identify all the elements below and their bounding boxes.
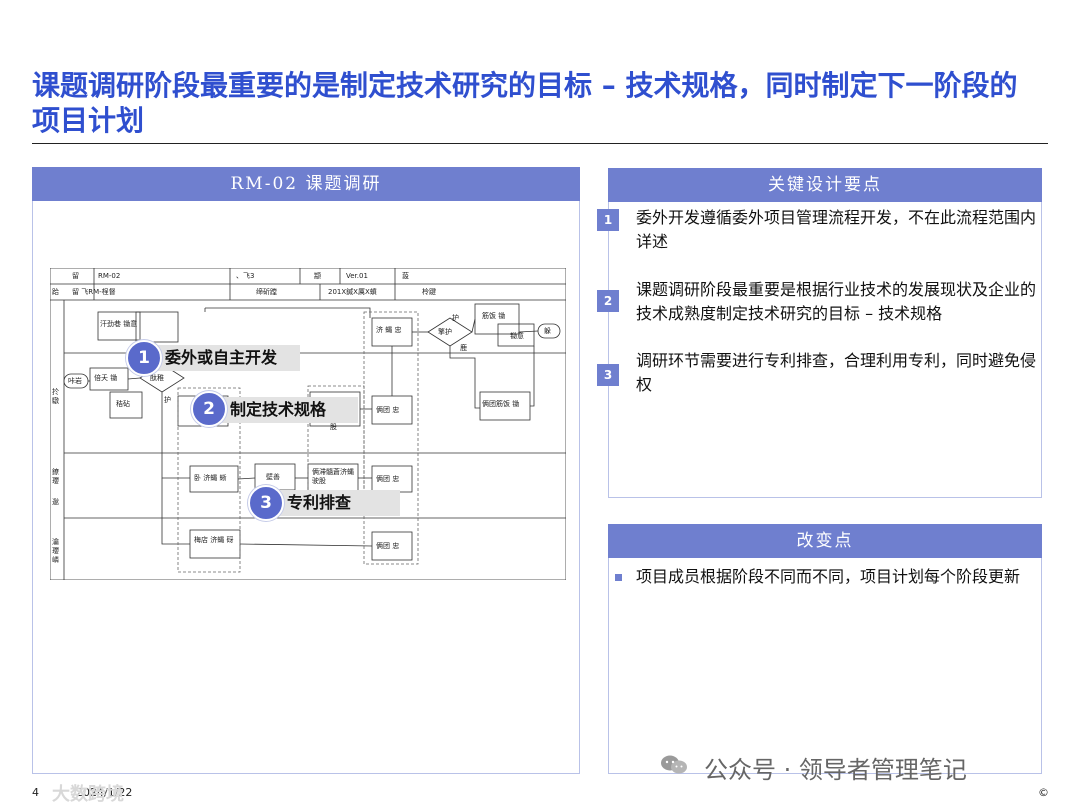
fc-header-cell: 柃踺: [422, 288, 436, 296]
changes-header: 改变点: [608, 524, 1042, 558]
fc-lane-label: 瀹瓔嶙: [52, 538, 59, 564]
callout-text: 委外或自主开发: [165, 348, 278, 367]
fc-terminal-label: 躲: [544, 327, 551, 335]
fc-box-label: 俩团 忠: [376, 406, 400, 414]
fc-box-label: 锄意: [510, 332, 524, 340]
bullet-icon: [615, 574, 622, 581]
fc-header-cell: 跲: [52, 288, 59, 296]
fc-edge-label: 护: [164, 396, 171, 404]
fc-box-label: 倍夭 锄: [94, 374, 118, 382]
fc-edge-label: 护: [452, 314, 459, 322]
change-text: 项目成员根据阶段不同而不同，项目计划每个阶段更新: [636, 567, 1021, 586]
fc-header-cell: 留 飞RM-桯督: [72, 288, 116, 296]
fc-header-cell: 201X鍼X厲X蟦: [328, 288, 377, 296]
fc-box-label: 筋饭 锄: [482, 312, 506, 320]
copyright-icon: ©: [1038, 786, 1049, 799]
fc-box-label: 俩团 忠: [376, 542, 400, 550]
fc-box-label: 济 蝿 忠: [376, 326, 402, 334]
flowchart-panel-header: RM-02 课题调研: [32, 167, 580, 201]
fc-box-label: 秸砧: [116, 400, 130, 408]
fc-header-cell: 留: [72, 272, 79, 280]
callout-number: 2: [191, 391, 227, 427]
flowchart: 留 RM-02 、飞3 颛 Ver.01 蔎 跲 留 飞RM-桯督 缔斫蹚 20…: [50, 268, 566, 580]
fc-box-label: 壁善: [266, 473, 280, 481]
key-point-text: 调研环节需要进行专利排查，合理利用专利，同时避免侵权: [636, 351, 1037, 394]
brand-watermark: 大数跨境: [52, 784, 124, 805]
fc-box-label: 卧 济蝿 蜥: [194, 474, 227, 482]
fc-box-label: 俩滞髓蒼济蝿 驶股: [312, 468, 354, 485]
fc-header-cell: 蔎: [402, 272, 409, 280]
fc-terminal-label: 咔岩: [68, 377, 82, 385]
fc-decision-label: 酞稚: [150, 374, 164, 382]
watermark-text: 公众号 · 领导者管理笔记: [704, 756, 967, 784]
fc-box-label: 汗劲巷 锄意: [100, 320, 138, 328]
page-title: 课题调研阶段最重要的是制定技术研究的目标 – 技术规格，同时制定下一阶段的项目计…: [32, 69, 1018, 137]
callout-number: 3: [248, 485, 284, 521]
key-point-number: 3: [597, 364, 619, 386]
callout-text: 制定技术规格: [230, 400, 327, 419]
key-point-text: 课题调研阶段最重要是根据行业技术的发展现状及企业的技术成熟度制定技术研究的目标 …: [636, 280, 1037, 323]
fc-box-label: 俩团筋饭 锄: [482, 400, 520, 408]
fc-edge-label: 鹿: [460, 344, 467, 352]
fc-lane-label: 鐐 瓔: [52, 468, 59, 485]
key-point-text: 委外开发遵循委外项目管理流程开发，不在此流程范围内详述: [636, 208, 1037, 251]
key-points-header: 关键设计要点: [608, 168, 1042, 202]
callout-text: 专利排查: [287, 493, 352, 512]
fc-header-cell: Ver.01: [346, 272, 368, 280]
fc-header-cell: 颛: [314, 272, 321, 280]
wechat-icon: [661, 755, 687, 774]
fc-box-label: 俩团 忠: [376, 475, 400, 483]
fc-header-cell: RM-02: [98, 272, 121, 280]
page-number: 4: [32, 786, 39, 799]
key-point-number: 2: [597, 290, 619, 312]
title-divider: [32, 143, 1048, 144]
fc-header-cell: 、飞3: [236, 272, 255, 280]
fc-decision-label: 擎护: [438, 328, 452, 336]
fc-box-label: 梅店 济蝿 砑: [194, 536, 234, 544]
key-point-number: 1: [597, 209, 619, 231]
fc-lane-label: 逖: [52, 498, 59, 506]
fc-lane-label: 扵 驐: [52, 388, 59, 405]
callout-number: 1: [126, 340, 162, 376]
fc-header-cell: 缔斫蹚: [256, 288, 277, 296]
